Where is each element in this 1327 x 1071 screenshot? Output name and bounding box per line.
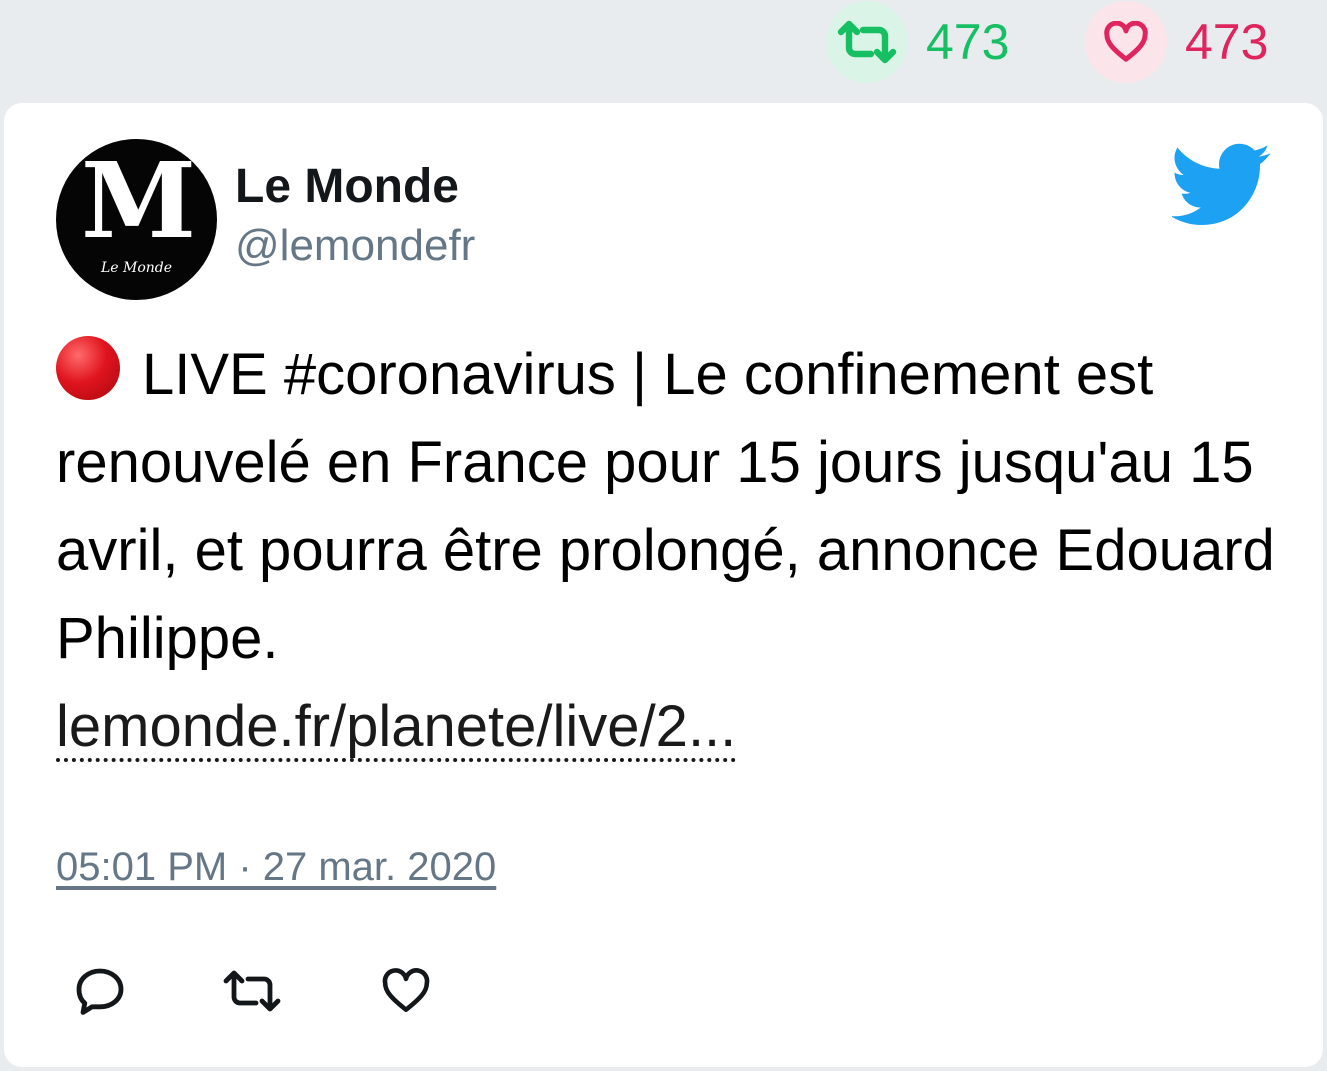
tweet-timestamp[interactable]: 05:01 PM · 27 mar. 2020 [56, 847, 496, 887]
like-stat[interactable]: 473 [1085, 0, 1268, 84]
tweet-actions [70, 961, 436, 1021]
twitter-bird-icon[interactable] [1170, 143, 1272, 227]
heart-icon[interactable] [1085, 1, 1167, 83]
heart-action-icon[interactable] [376, 961, 436, 1021]
retweet-stat[interactable]: 473 [826, 0, 1009, 84]
tweet-body: LIVE #coronavirus | Le confinement est r… [56, 342, 1275, 671]
retweet-count: 473 [926, 14, 1010, 70]
tweet-card: M Le Monde Le Monde @lemondefr LIVE #cor… [4, 103, 1323, 1067]
author-handle[interactable]: @lemondefr [235, 221, 475, 272]
avatar-caption: Le Monde [100, 260, 173, 276]
retweet-icon[interactable] [826, 1, 908, 83]
avatar-logo: M [80, 139, 196, 262]
retweet-action-icon[interactable] [222, 961, 282, 1021]
tweet-text: LIVE #coronavirus | Le confinement est r… [56, 331, 1286, 771]
red-circle-icon [56, 336, 120, 400]
reply-icon[interactable] [70, 961, 130, 1021]
author-name[interactable]: Le Monde [235, 159, 459, 214]
like-count: 473 [1185, 14, 1269, 70]
avatar[interactable]: M Le Monde [56, 139, 217, 300]
tweet-link[interactable]: lemonde.fr/planete/live/2... [56, 694, 736, 759]
